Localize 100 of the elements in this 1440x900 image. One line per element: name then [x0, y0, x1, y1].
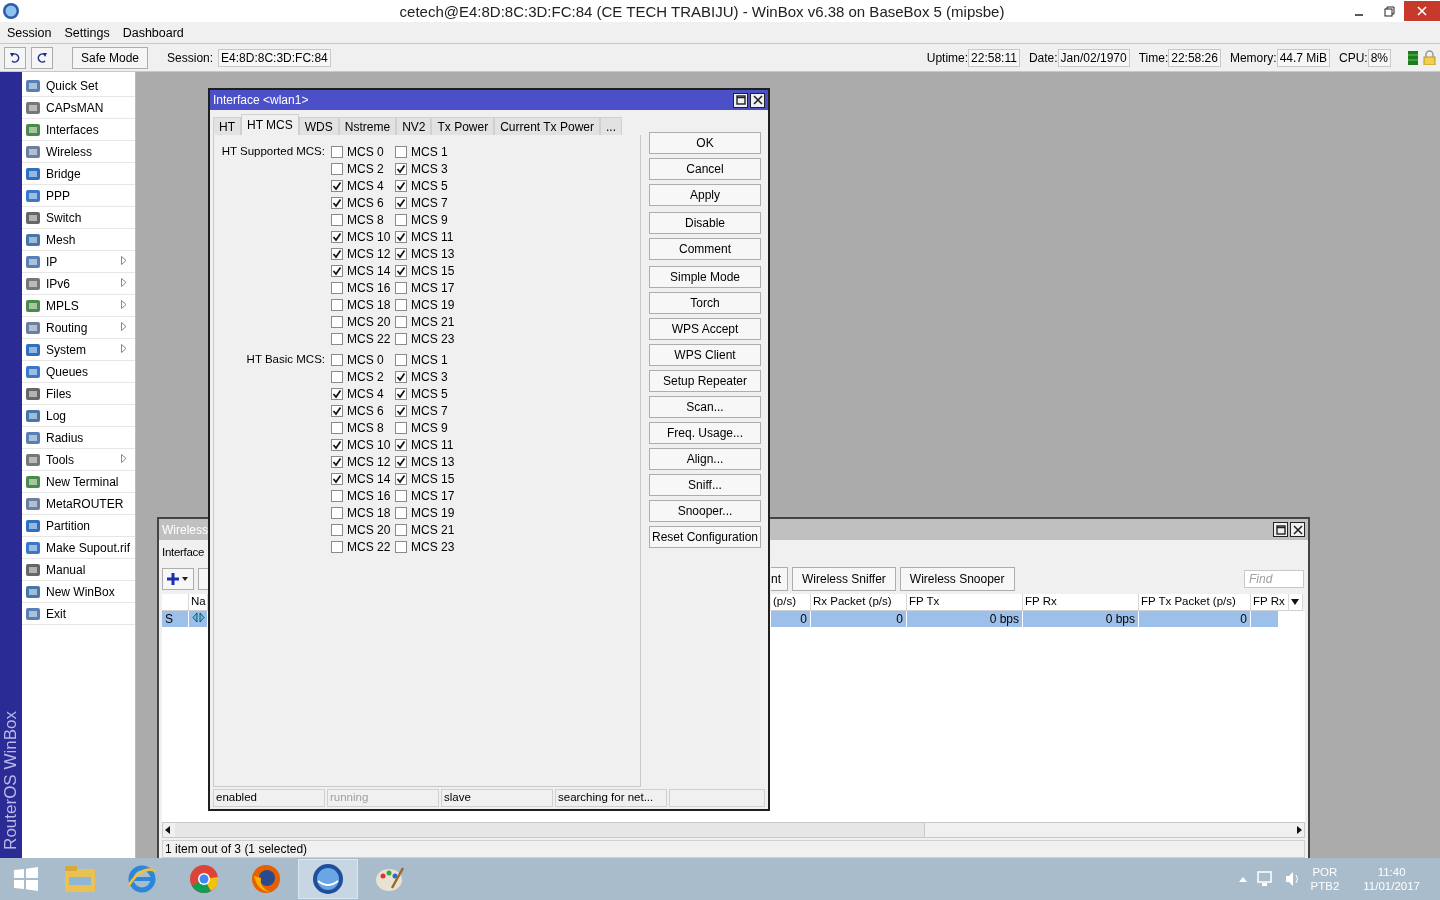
- checkbox[interactable]: [331, 196, 343, 209]
- checkbox[interactable]: [395, 162, 407, 175]
- checkbox[interactable]: [331, 179, 343, 192]
- sidebar-item[interactable]: Log: [46, 408, 67, 423]
- sidebar-item[interactable]: Quick Set: [46, 78, 99, 93]
- scrollbar-thumb[interactable]: [175, 823, 925, 837]
- checkbox[interactable]: [331, 370, 343, 383]
- column-header[interactable]: FP Rx: [1251, 594, 1289, 611]
- checkbox[interactable]: [395, 179, 407, 192]
- tab[interactable]: Tx Power: [431, 117, 495, 135]
- tab[interactable]: Nstreme: [338, 117, 397, 135]
- taskbar-app[interactable]: [298, 859, 358, 899]
- sidebar-item[interactable]: System: [46, 342, 86, 357]
- checkbox[interactable]: [331, 281, 343, 294]
- column-header[interactable]: Na: [189, 594, 208, 611]
- sidebar-item[interactable]: Mesh: [46, 232, 76, 247]
- maximize-button[interactable]: [1273, 522, 1288, 537]
- sidebar-item[interactable]: Routing: [46, 320, 88, 335]
- speaker-icon[interactable]: [1284, 871, 1301, 887]
- sidebar-item[interactable]: Files: [46, 386, 72, 401]
- sidebar-item[interactable]: Manual: [46, 562, 86, 577]
- find-field[interactable]: Find: [1244, 570, 1304, 588]
- sidebar-item[interactable]: Make Supout.rif: [46, 540, 131, 555]
- undo-button[interactable]: [4, 46, 26, 69]
- dialog-button[interactable]: OK: [649, 132, 761, 154]
- tab[interactable]: WDS: [298, 117, 339, 135]
- checkbox[interactable]: [395, 264, 407, 277]
- sidebar-item[interactable]: IPv6: [46, 276, 70, 291]
- dialog-button[interactable]: Reset Configuration: [649, 526, 761, 548]
- checkbox[interactable]: [395, 489, 407, 502]
- caret-up-icon[interactable]: [1238, 876, 1247, 882]
- sidebar-item[interactable]: MPLS: [46, 298, 79, 313]
- close-button[interactable]: [1290, 522, 1305, 537]
- checkbox[interactable]: [395, 404, 407, 417]
- sidebar-item[interactable]: Switch: [46, 210, 82, 225]
- add-button[interactable]: [162, 568, 194, 590]
- toolbar-button[interactable]: Wireless Sniffer: [792, 567, 896, 591]
- toolbar-button[interactable]: nt: [771, 567, 788, 591]
- checkbox[interactable]: [331, 421, 343, 434]
- dialog-button[interactable]: Disable: [649, 212, 761, 234]
- checkbox[interactable]: [331, 438, 343, 451]
- dialog-button[interactable]: Apply: [649, 184, 761, 206]
- dialog-button[interactable]: WPS Accept: [649, 318, 761, 340]
- checkbox[interactable]: [395, 213, 407, 226]
- maximize-button[interactable]: [733, 92, 748, 108]
- column-header[interactable]: FP Tx Packet (p/s): [1139, 594, 1251, 611]
- sidebar-item[interactable]: New WinBox: [46, 584, 115, 599]
- checkbox[interactable]: [395, 247, 407, 260]
- checkbox[interactable]: [331, 315, 343, 328]
- scroll-left-icon[interactable]: [163, 825, 173, 835]
- dialog-button[interactable]: Align...: [649, 448, 761, 470]
- checkbox[interactable]: [395, 315, 407, 328]
- checkbox[interactable]: [395, 230, 407, 243]
- menu-item[interactable]: Settings: [59, 25, 118, 40]
- checkbox[interactable]: [395, 540, 407, 553]
- sidebar-item[interactable]: New Terminal: [46, 474, 119, 489]
- sidebar-item[interactable]: Tools: [46, 452, 74, 467]
- checkbox[interactable]: [395, 523, 407, 536]
- menu-item[interactable]: Dashboard: [117, 25, 192, 40]
- checkbox[interactable]: [331, 455, 343, 468]
- dialog-button[interactable]: Cancel: [649, 158, 761, 180]
- checkbox[interactable]: [395, 421, 407, 434]
- checkbox[interactable]: [331, 230, 343, 243]
- column-header[interactable]: (p/s): [771, 594, 811, 611]
- checkbox[interactable]: [395, 438, 407, 451]
- dialog-button[interactable]: Freq. Usage...: [649, 422, 761, 444]
- checkbox[interactable]: [331, 472, 343, 485]
- checkbox[interactable]: [331, 540, 343, 553]
- close-button[interactable]: [750, 92, 765, 108]
- remove-button[interactable]: [198, 568, 208, 590]
- network-icon[interactable]: [1256, 871, 1275, 887]
- checkbox[interactable]: [395, 506, 407, 519]
- checkbox[interactable]: [395, 353, 407, 366]
- checkbox[interactable]: [395, 298, 407, 311]
- safe-mode-button[interactable]: Safe Mode: [72, 46, 149, 69]
- checkbox[interactable]: [331, 489, 343, 502]
- toolbar-button[interactable]: Wireless Snooper: [899, 567, 1015, 591]
- column-header[interactable]: FP Tx: [907, 594, 1023, 611]
- column-header[interactable]: FP Rx: [1023, 594, 1139, 611]
- sidebar-item[interactable]: IP: [46, 254, 58, 269]
- menu-item[interactable]: Session: [2, 25, 60, 40]
- dialog-button[interactable]: Torch: [649, 292, 761, 314]
- column-menu-button[interactable]: [1289, 594, 1303, 611]
- checkbox[interactable]: [331, 387, 343, 400]
- redo-button[interactable]: [31, 46, 53, 69]
- checkbox[interactable]: [331, 523, 343, 536]
- checkbox[interactable]: [395, 196, 407, 209]
- dialog-button[interactable]: Snooper...: [649, 500, 761, 522]
- dialog-button[interactable]: Setup Repeater: [649, 370, 761, 392]
- checkbox[interactable]: [395, 387, 407, 400]
- sidebar-item[interactable]: Radius: [46, 430, 84, 445]
- sidebar-item[interactable]: Interfaces: [46, 122, 99, 137]
- dialog-button[interactable]: Comment: [649, 238, 761, 260]
- dialog-button[interactable]: Sniff...: [649, 474, 761, 496]
- checkbox[interactable]: [331, 353, 343, 366]
- checkbox[interactable]: [395, 455, 407, 468]
- checkbox[interactable]: [395, 281, 407, 294]
- checkbox[interactable]: [331, 247, 343, 260]
- sidebar-item[interactable]: Exit: [46, 606, 66, 621]
- checkbox[interactable]: [331, 404, 343, 417]
